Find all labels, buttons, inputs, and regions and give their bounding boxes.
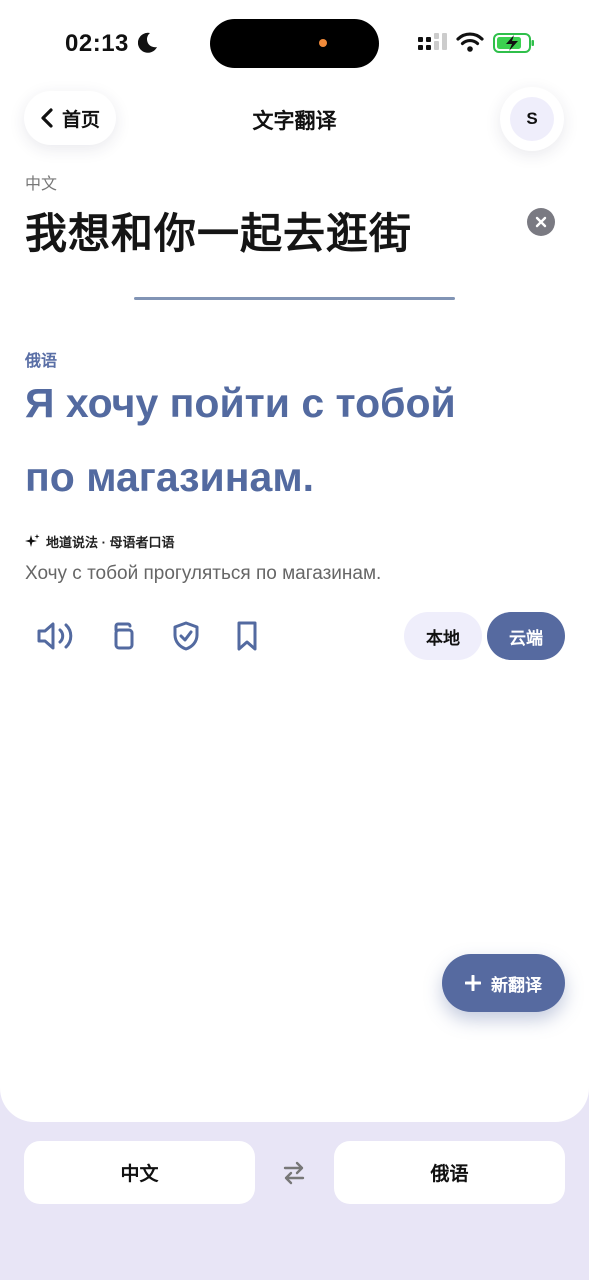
app-screen: 02:13 首页 文字翻译 S 中文 我想和你一起去逛街 俄语 Я хочу п… <box>0 0 589 1280</box>
divider <box>134 297 455 300</box>
moon-icon <box>138 32 157 53</box>
native-phrasing-text: Хочу с тобой прогуляться по магазинам. <box>25 563 382 584</box>
sparkle-icon <box>25 534 40 547</box>
battery-charging-icon <box>493 33 534 53</box>
translation-text-line-1: Я хочу пойти с тобой <box>25 380 456 426</box>
swap-languages-icon[interactable] <box>281 1160 307 1186</box>
wifi-icon <box>456 32 484 52</box>
close-icon <box>535 216 547 228</box>
avatar-button[interactable]: S <box>500 87 564 151</box>
source-text[interactable]: 我想和你一起去逛街 <box>25 200 412 261</box>
copy-button[interactable] <box>106 616 142 656</box>
translation-text-line-2: по магазинам. <box>25 454 315 500</box>
privacy-indicator-icon <box>319 39 327 47</box>
cellular-signal-icon <box>418 33 447 50</box>
copy-icon <box>114 622 134 650</box>
mode-local-button[interactable]: 本地 <box>404 612 482 660</box>
dynamic-island <box>210 19 379 68</box>
clear-input-button[interactable] <box>527 208 555 236</box>
verify-button[interactable] <box>168 616 204 656</box>
speak-button[interactable] <box>34 616 80 656</box>
source-language-selector[interactable]: 中文 <box>24 1141 255 1204</box>
bookmark-button[interactable] <box>230 616 264 656</box>
bookmark-icon <box>237 621 257 651</box>
avatar: S <box>510 97 554 141</box>
target-language-selector[interactable]: 俄语 <box>334 1141 565 1204</box>
native-phrasing-header: 地道说法 · 母语者口语 <box>25 532 175 551</box>
source-language-label: 中文 <box>25 176 58 193</box>
target-language-label: 俄语 <box>25 353 58 370</box>
new-translation-label: 新翻译 <box>491 975 542 995</box>
native-phrasing-label: 地道说法 · 母语者口语 <box>46 535 175 550</box>
new-translation-button[interactable]: 新翻译 <box>442 954 565 1012</box>
plus-icon <box>465 975 481 991</box>
status-time: 02:13 <box>65 30 129 57</box>
shield-check-icon <box>173 621 199 651</box>
speaker-icon <box>37 622 73 650</box>
mode-cloud-button[interactable]: 云端 <box>487 612 565 660</box>
